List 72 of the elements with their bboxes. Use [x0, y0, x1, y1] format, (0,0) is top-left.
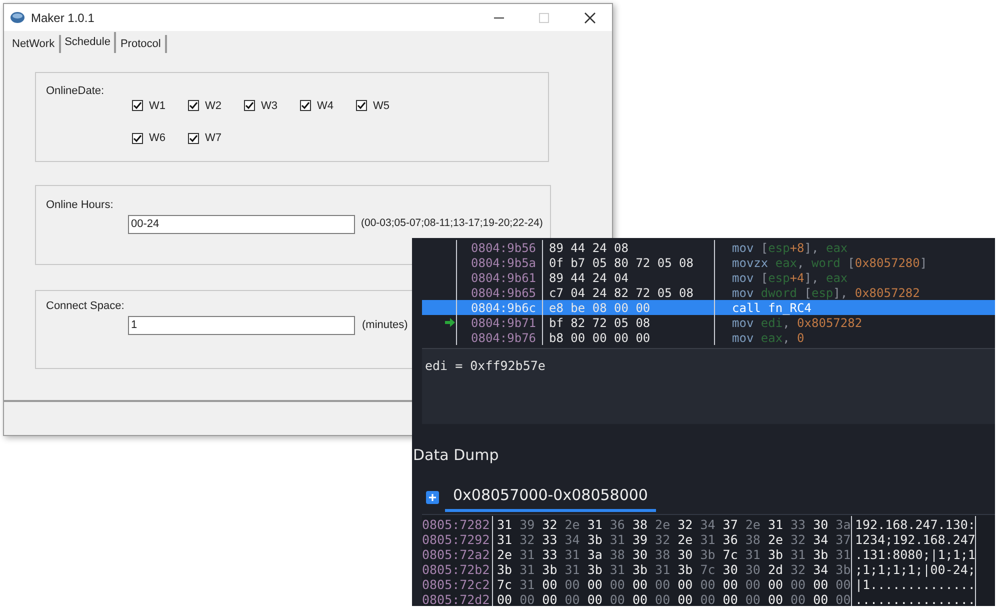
hex-bytes: 7c 31 00 00 00 00 00 00 00 00 00 00 00 00 00 00	[493, 576, 852, 591]
input-field[interactable]: 00-24	[128, 214, 355, 234]
address: 0804:9b71	[471, 314, 536, 332]
section-heading: Data Dump	[413, 445, 499, 466]
ascii-text: 1234;192.168.247	[852, 531, 976, 546]
plus-icon[interactable]	[426, 491, 439, 504]
disassembly-row[interactable]: 0804:9b61 89 44 24 04 mov [esp+4], eax	[422, 270, 995, 285]
disassembly-row[interactable]: 0804:9b6c e8 be 08 00 00 call fn_RC4	[422, 300, 995, 315]
checkbox-label: W6	[149, 131, 166, 146]
checkbox-label: W4	[317, 98, 334, 114]
checkbox[interactable]	[356, 100, 367, 112]
group-label: Connect Space:	[46, 299, 124, 314]
opcode-bytes: b8 00 00 00 00	[549, 330, 650, 346]
address: 0805:72c2	[422, 576, 493, 591]
disassembly-row[interactable]: 0804:9b71 bf 82 72 05 08 mov edi, 0x8057282	[422, 315, 995, 330]
checkbox-label: W1	[149, 98, 166, 114]
checkbox[interactable]	[188, 132, 199, 144]
opcode-bytes: 89 44 24 04	[549, 270, 628, 286]
hex-bytes: 2e 31 33 31 3a 38 30 38 30 3b 7c 31 3b 31 3b 31	[493, 546, 852, 561]
disassembly-row[interactable]: 0804:9b76 b8 00 00 00 00 mov eax, 0	[422, 330, 995, 345]
instruction: movzx eax, word [0x8057280]	[732, 254, 928, 272]
checkbox[interactable]	[300, 100, 311, 112]
opcode-bytes: 0f b7 05 80 72 05 08	[549, 254, 694, 272]
opcode-bytes: 89 44 24 08	[549, 240, 628, 256]
address: 0805:72b2	[422, 561, 493, 576]
address: 0805:7292	[422, 531, 493, 546]
checkbox[interactable]	[188, 100, 199, 112]
input-field[interactable]: 1	[128, 316, 355, 334]
ascii-text: |1..............	[852, 576, 976, 591]
checkbox-label: W5	[373, 98, 390, 114]
group-label: OnlineDate:	[46, 84, 104, 99]
ascii-text: .131:8080;|1;1;1	[852, 546, 976, 561]
address: 0804:9b56	[471, 240, 536, 256]
address: 0804:9b5a	[471, 254, 536, 272]
instruction: mov [esp+4], eax	[732, 270, 848, 286]
address: 0805:7282	[422, 516, 493, 531]
close-icon[interactable]	[584, 12, 596, 24]
instruction: call fn_RC4	[732, 300, 812, 316]
group-label: Online Hours:	[46, 198, 114, 213]
register-value: edi = 0xff92b57e	[425, 358, 546, 374]
checkbox-label: W3	[261, 98, 278, 114]
opcode-bytes: bf 82 72 05 08	[549, 314, 650, 332]
instruction: mov eax, 0	[732, 330, 804, 346]
opcode-bytes: c7 04 24 82 72 05 08	[549, 284, 694, 302]
checkbox-label: W2	[205, 98, 222, 114]
instruction: mov dword [esp], 0x8057282	[732, 284, 920, 302]
app-icon	[10, 11, 25, 24]
ascii-text: ;1;1;1;1;|00-24;	[852, 561, 976, 576]
hex-bytes: 31 39 32 2e 31 36 38 2e 32 34 37 2e 31 33 30 3a	[493, 516, 852, 531]
disassembly-row[interactable]: 0804:9b56 89 44 24 08 mov [esp+8], eax	[422, 240, 995, 255]
checkbox[interactable]	[244, 100, 255, 112]
address: 0804:9b76	[471, 330, 536, 346]
instruction: mov edi, 0x8057282	[732, 315, 862, 332]
ascii-text: 192.168.247.130:	[852, 516, 976, 531]
checkbox-label: W7	[205, 131, 222, 146]
instruction: mov [esp+8], eax	[732, 240, 848, 256]
hex-bytes: 31 32 33 34 3b 31 39 32 2e 31 36 38 2e 32 34 37	[493, 531, 852, 546]
address: 0804:9b6c	[471, 300, 536, 316]
format-hint: (00-03;05-07;08-11;13-17;19-20;22-24)	[361, 216, 543, 232]
checkbox[interactable]	[132, 132, 143, 144]
disassembly-row[interactable]: 0804:9b5a 0f b7 05 80 72 05 08 movzx eax, word [0x8057280]	[422, 255, 995, 270]
address: 0805:72d2	[422, 591, 493, 606]
unit-label: (minutes)	[362, 318, 408, 333]
window-title: Maker 1.0.1	[31, 10, 94, 26]
ascii-text: ................	[852, 591, 976, 606]
address: 0804:9b65	[471, 284, 536, 302]
hex-bytes: 3b 31 3b 31 3b 31 3b 31 3b 7c 30 30 2d 32 34 3b	[493, 561, 852, 576]
hex-bytes: 00 00 00 00 00 00 00 00 00 00 00 00 00 00 00 00	[493, 591, 852, 606]
opcode-bytes: e8 be 08 00 00	[549, 300, 650, 316]
address: 0804:9b61	[471, 270, 536, 286]
checkbox[interactable]	[132, 100, 143, 112]
address: 0805:72a2	[422, 546, 493, 561]
